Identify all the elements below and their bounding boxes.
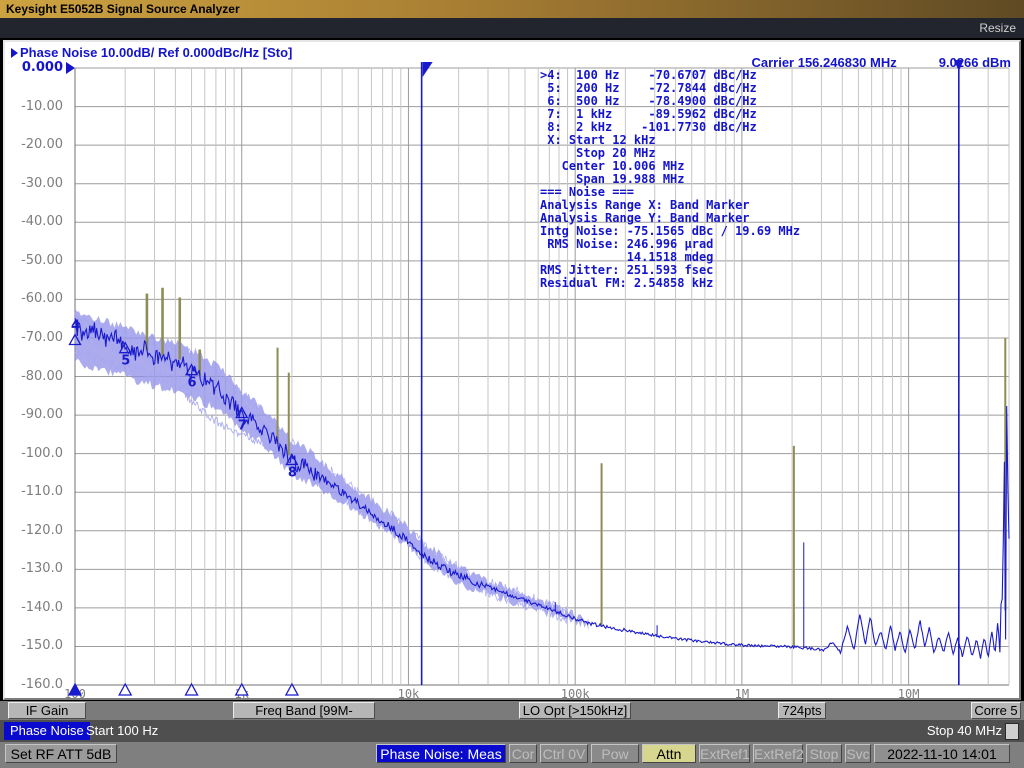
correction-panel: Corre 5 <box>971 702 1021 719</box>
svg-text:7: 7 <box>238 419 247 434</box>
ctrl-status: Ctrl 0V <box>540 744 588 763</box>
svg-text:8: 8 <box>288 465 297 480</box>
svg-text:5: 5 <box>121 354 130 369</box>
start-frequency-label: Start 100 Hz <box>86 723 158 738</box>
svg-text:4: 4 <box>71 319 80 334</box>
set-rf-att-button[interactable]: Set RF ATT 5dB <box>5 744 117 763</box>
attn-status: Attn 0dB <box>642 744 696 763</box>
extref2-status: ExtRef2 <box>753 744 803 763</box>
datetime-display: 2022-11-10 14:01 <box>874 744 1010 763</box>
range-indicator-box <box>1005 723 1019 740</box>
freq-band-panel: Freq Band [99M-1.5GHz] <box>233 702 375 719</box>
menu-bar: Resize <box>0 18 1024 38</box>
pow-status: Pow 0V <box>591 744 639 763</box>
extref1-status: ExtRef1 <box>699 744 750 763</box>
phase-noise-window: Phase Noise 10.00dB/ Ref 0.000dBc/Hz [St… <box>3 40 1021 700</box>
if-gain-panel: IF Gain 20dB <box>8 702 86 719</box>
title-bar: Keysight E5052B Signal Source Analyzer <box>0 0 1024 18</box>
lo-opt-panel: LO Opt [>150kHz] <box>519 702 631 719</box>
stop-frequency-label: Stop 40 MHz <box>927 723 1002 738</box>
trace-layer[interactable]: 4 5 6 7 8 <box>5 42 1019 698</box>
svc-status: Svc <box>845 744 871 763</box>
instrument-status-bar: Set RF ATT 5dB Phase Noise: Meas Cor Ctr… <box>0 742 1024 768</box>
points-panel: 724pts <box>778 702 826 719</box>
phase-noise-tab[interactable]: Phase Noise <box>4 722 90 740</box>
meas-status: Phase Noise: Meas <box>376 744 506 763</box>
instrument-screen: Keysight E5052B Signal Source Analyzer R… <box>0 0 1024 768</box>
measurement-status-bar: IF Gain 20dB Freq Band [99M-1.5GHz] LO O… <box>0 701 1024 720</box>
svg-text:6: 6 <box>188 376 197 391</box>
window-title: Keysight E5052B Signal Source Analyzer <box>6 2 240 16</box>
cor-status: Cor <box>509 744 537 763</box>
stop-status: Stop <box>806 744 842 763</box>
sweep-range-bar: Phase Noise Start 100 Hz Stop 40 MHz <box>0 720 1024 742</box>
resize-button[interactable]: Resize <box>979 20 1016 36</box>
